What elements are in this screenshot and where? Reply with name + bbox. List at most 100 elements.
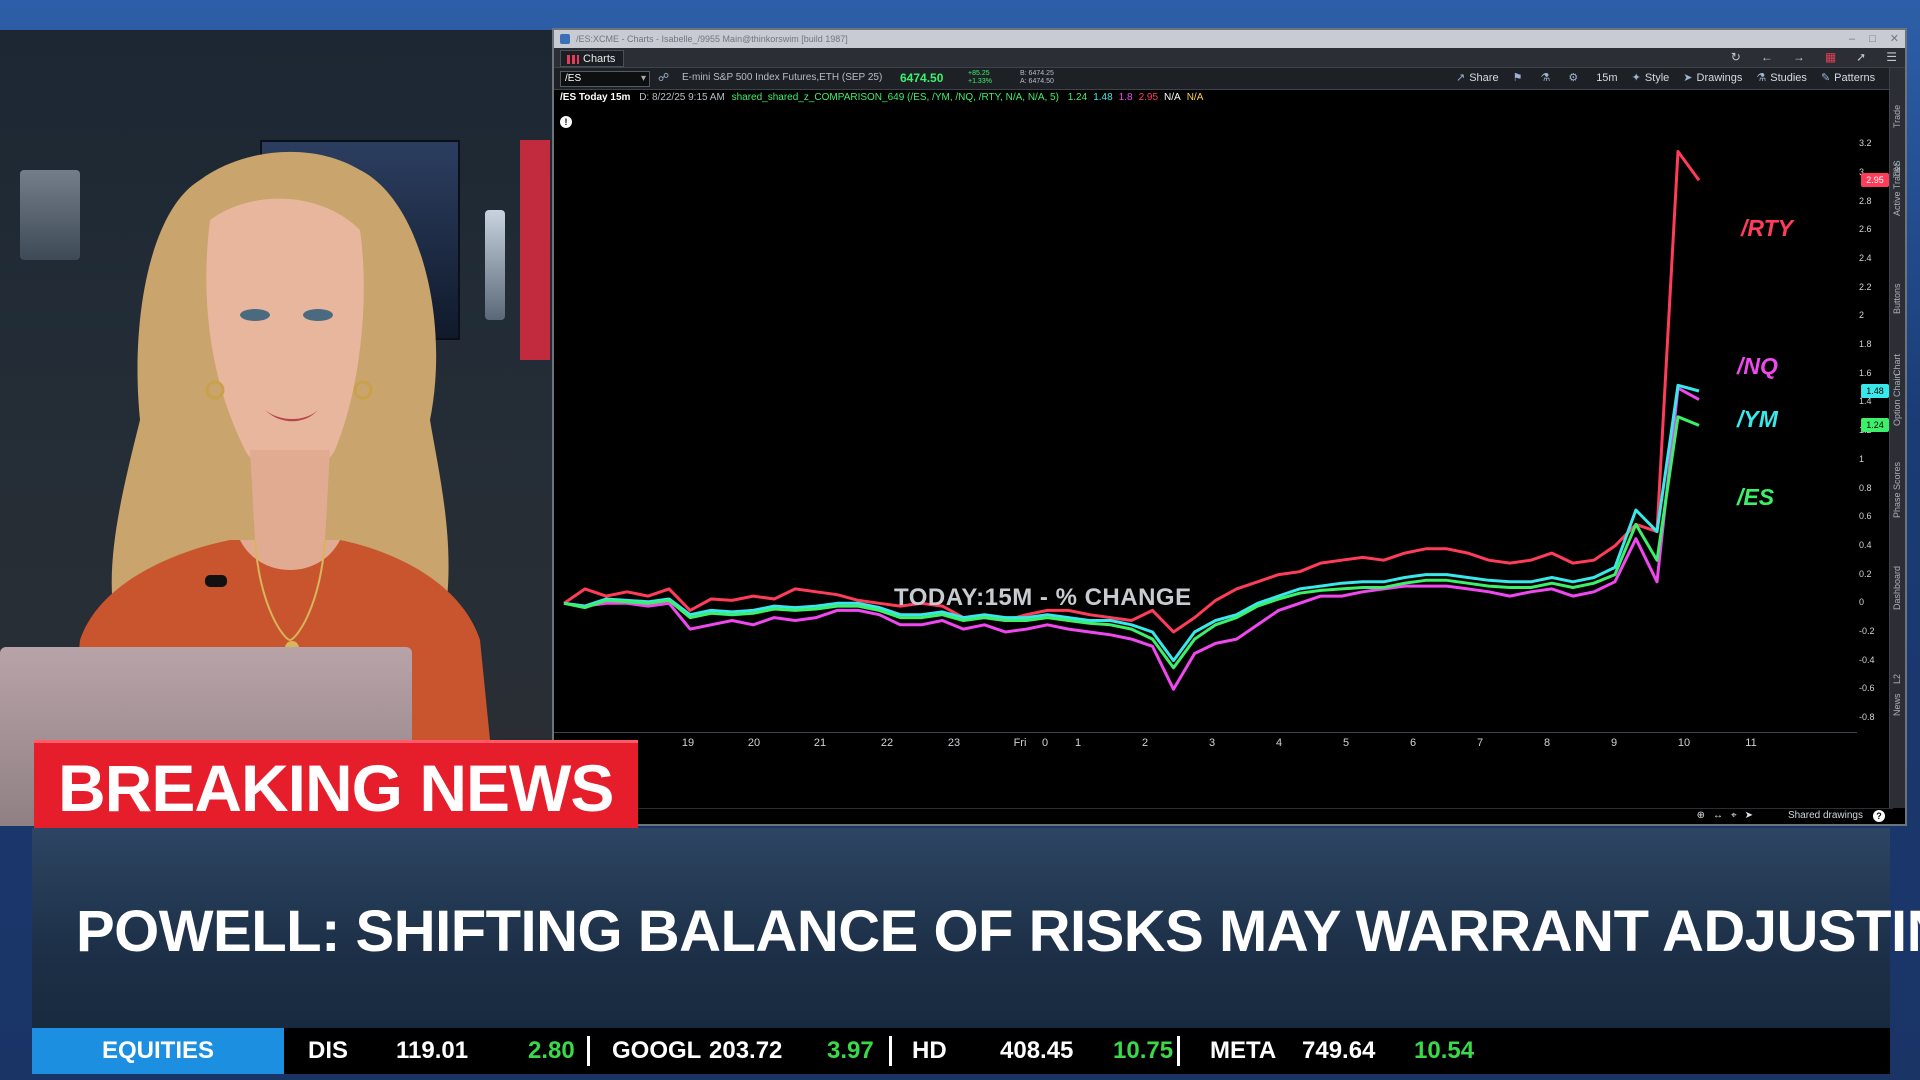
x-tick-label: 4 <box>1276 737 1282 749</box>
x-tick-label: 2 <box>1142 737 1148 749</box>
link-icon[interactable]: ☍ <box>658 71 669 84</box>
app-icon <box>560 34 570 44</box>
x-tick-label: 6 <box>1410 737 1416 749</box>
x-tick-label: 23 <box>948 737 960 749</box>
x-tick-label: 22 <box>881 737 893 749</box>
symbol-input[interactable]: /ES ▾ <box>560 71 650 87</box>
y-tick-label: 0.2 <box>1859 568 1872 579</box>
net-change: +85.25 <box>968 70 990 77</box>
y-tick-label: 0.8 <box>1859 482 1872 493</box>
ticker-change: 10.54 <box>1414 1037 1475 1064</box>
study-name: shared_shared_z_COMPARISON_649 (/ES, /YM… <box>731 92 1059 103</box>
y-tick-label: 1 <box>1859 453 1865 464</box>
grid-layout-icon[interactable]: ▦ <box>1825 50 1836 64</box>
series-label-es: /ES <box>1737 484 1775 510</box>
x-tick-label: 7 <box>1477 737 1483 749</box>
shared-drawings-button[interactable]: Shared drawings <box>1788 810 1863 821</box>
x-tick-label: 1 <box>1075 737 1081 749</box>
trading-platform-window: /ES:XCME - Charts - Isabelle_/9955 Main@… <box>552 28 1907 826</box>
side-tab-news[interactable]: News <box>1892 693 1902 716</box>
tab-charts[interactable]: Charts <box>560 50 625 67</box>
broadcast-frame: /ES:XCME - Charts - Isabelle_/9955 Main@… <box>0 0 1920 1080</box>
side-tab-dashboard[interactable]: Dashboard <box>1892 566 1902 610</box>
window-title: /ES:XCME - Charts - Isabelle_/9955 Main@… <box>576 34 848 44</box>
y-tick-label: 0 <box>1859 597 1865 608</box>
side-tab-option-chain[interactable]: Option Chain <box>1892 373 1902 426</box>
y-tick-label: 1.8 <box>1859 339 1872 350</box>
crosshair-icon[interactable]: ⌖ <box>1731 810 1737 821</box>
study-timestamp: D: 8/22/25 9:15 AM <box>639 92 725 103</box>
study-value-3: 2.95 <box>1138 92 1159 103</box>
comparison-chart <box>563 150 1701 691</box>
chart-caption: TODAY:15M - % CHANGE <box>894 584 1192 611</box>
x-tick-label: 5 <box>1343 737 1349 749</box>
cursor-icon: ➤ <box>1683 72 1693 84</box>
help-icon[interactable]: ? <box>1873 810 1885 822</box>
x-tick-label: 9 <box>1611 737 1617 749</box>
zoom-icon[interactable]: ⊕ <box>1697 810 1705 821</box>
refresh-icon[interactable]: ↻ <box>1731 50 1741 64</box>
ticker-price: 749.64 <box>1302 1037 1376 1064</box>
back-arrow-icon[interactable]: ← <box>1761 50 1773 64</box>
drawings-label: Drawings <box>1696 72 1743 84</box>
close-icon[interactable]: ✕ <box>1890 30 1899 48</box>
minimize-icon[interactable]: – <box>1849 30 1855 48</box>
breaking-news-banner: BREAKING NEWS <box>34 740 638 828</box>
chart-settings-button[interactable]: ⚑ <box>1513 71 1527 84</box>
bid-price: B: 6474.25 <box>1020 70 1054 77</box>
side-tab-buttons[interactable]: Buttons <box>1892 283 1902 314</box>
side-tab-active-trader[interactable]: Active Trader <box>1892 163 1902 216</box>
y-tick-label: 0.6 <box>1859 511 1872 522</box>
price-badge-es: 1.24 <box>1861 418 1889 433</box>
flask-button[interactable]: ⚗ <box>1540 71 1554 84</box>
studies-button[interactable]: ⚗ Studies <box>1756 71 1807 84</box>
flask-icon: ⚗ <box>1540 72 1551 84</box>
bid-ask-block: B: 6474.25 A: 6474.50 <box>1020 70 1054 86</box>
x-tick-label: 20 <box>748 737 760 749</box>
forward-arrow-icon[interactable]: → <box>1793 50 1805 64</box>
share-label: Share <box>1469 72 1499 84</box>
study-value-2: 1.8 <box>1118 92 1133 103</box>
y-tick-label: -0.4 <box>1859 654 1875 665</box>
pct-change: +1.33% <box>968 78 992 85</box>
chart-toolbar: /ES ▾ ☍ E-mini S&P 500 Index Futures,ETH… <box>554 68 1905 90</box>
pointer-icon[interactable]: ➤ <box>1745 810 1753 821</box>
gear-icon: ⚙ <box>1568 72 1579 84</box>
timeframe-button[interactable]: 15m <box>1596 72 1617 84</box>
pin-icon[interactable]: ➚ <box>1856 50 1866 64</box>
menu-icon[interactable]: ☰ <box>1886 50 1897 64</box>
last-price: 6474.50 <box>900 71 944 85</box>
side-tab-l2[interactable]: L2 <box>1892 674 1902 684</box>
y-tick-label: -0.2 <box>1859 625 1875 636</box>
x-tick-label: 21 <box>814 737 826 749</box>
series-label-nq: /NQ <box>1737 353 1778 379</box>
breaking-news-label: BREAKING NEWS <box>58 751 614 825</box>
pan-icon[interactable]: ↔ <box>1713 810 1723 821</box>
y-tick-label: 1.6 <box>1859 367 1872 378</box>
stock-ticker: EQUITIES DIS 119.01 2.80 GOOGL 203.72 3.97 HD 4… <box>32 1028 1890 1074</box>
time-axis-ticks: 19 20 21 22 23 Fri 0 1 2 3 4 5 6 7 8 9 10 11 <box>682 737 1757 749</box>
headline-text: POWELL: SHIFTING BALANCE OF RISKS MAY WA… <box>76 899 1920 964</box>
symbol-description: E-mini S&P 500 Index Futures,ETH (SEP 25… <box>682 72 883 83</box>
series-label-ym: /YM <box>1737 406 1778 432</box>
share-button[interactable]: ↗ Share <box>1456 71 1499 84</box>
style-button[interactable]: ✦ Style <box>1632 71 1670 84</box>
patterns-button[interactable]: ✎ Patterns <box>1821 71 1875 84</box>
symbol-value: /ES <box>565 73 582 84</box>
right-side-tabs: Trade T&S Active Trader Buttons Chart Option … <box>1889 68 1905 808</box>
chevron-down-icon[interactable]: ▾ <box>641 72 646 86</box>
studio-accent-light <box>520 140 550 360</box>
x-tick-label: 3 <box>1209 737 1215 749</box>
x-tick-label: 19 <box>682 737 694 749</box>
maximize-icon[interactable]: □ <box>1869 30 1876 48</box>
chart-bars-icon <box>567 55 579 64</box>
side-tab-trade[interactable]: Trade <box>1892 105 1902 128</box>
gear-button[interactable]: ⚙ <box>1568 71 1582 84</box>
presenter-video <box>0 30 552 826</box>
study-value-1: 1.48 <box>1093 92 1113 103</box>
style-icon: ✦ <box>1631 72 1641 84</box>
window-tab-row: Charts ↻ ← → ▦ ➚ ☰ <box>554 48 1905 68</box>
side-tab-phase-scores[interactable]: Phase Scores <box>1892 462 1902 518</box>
drawings-button[interactable]: ➤ Drawings <box>1683 71 1742 84</box>
x-tick-label: Fri <box>1014 737 1027 749</box>
